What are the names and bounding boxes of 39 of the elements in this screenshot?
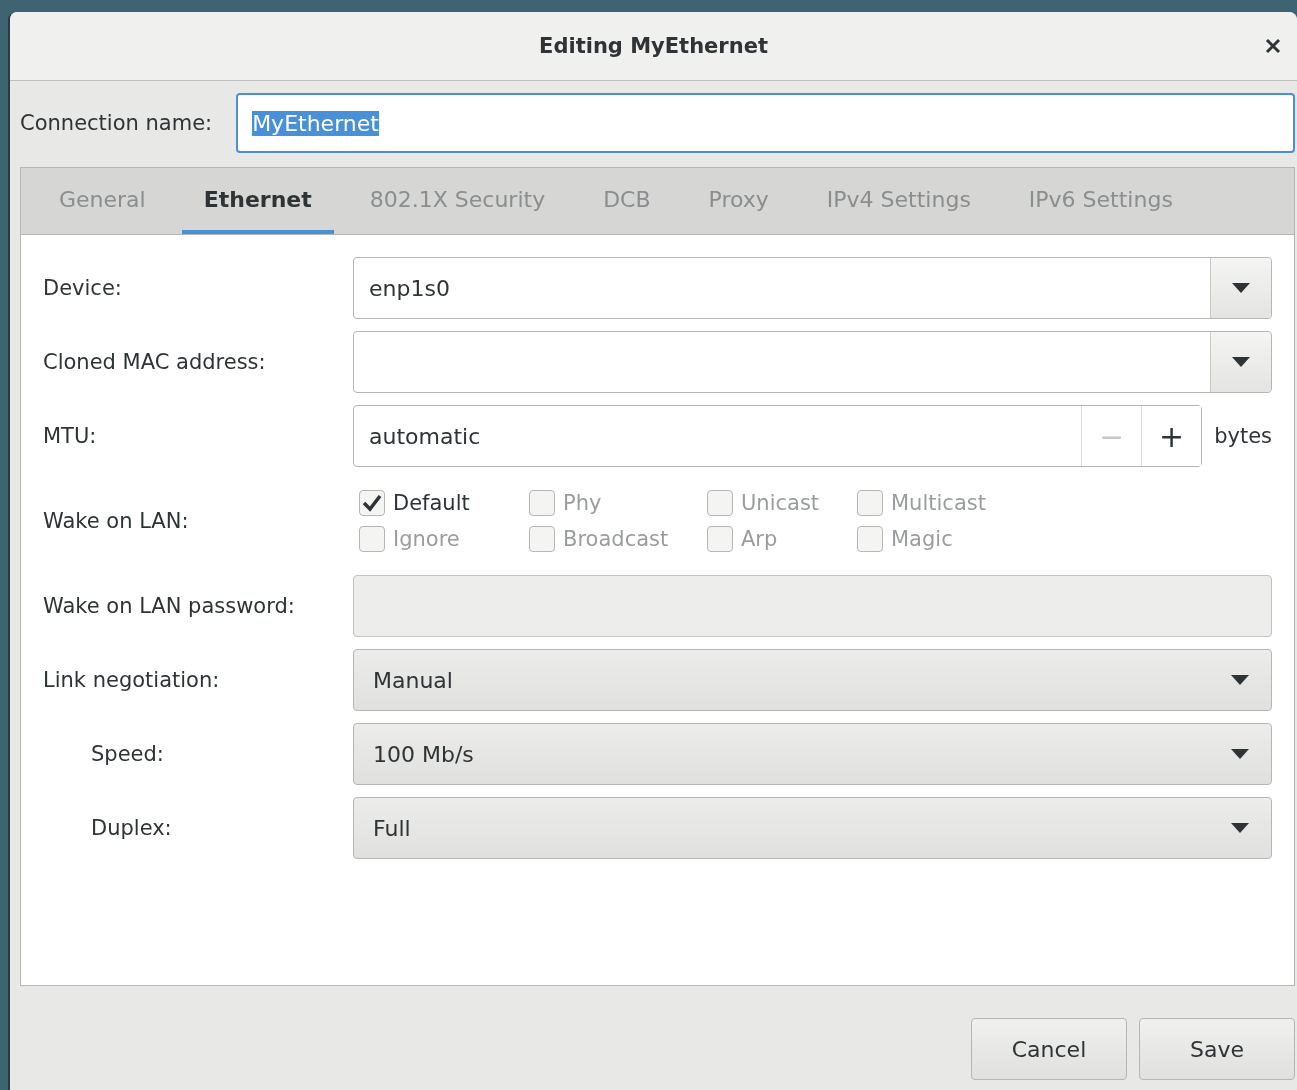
field-label: Link negotiation: [43,668,221,692]
combo-field[interactable]: enp1s0 [353,257,1272,319]
unit-label: bytes [1214,424,1272,448]
dropdown[interactable]: Full [353,797,1272,859]
save-button[interactable]: Save [1139,1018,1295,1080]
caret-icon [1232,357,1250,367]
tab[interactable]: IPv6 Settings [1006,168,1195,234]
dropdown[interactable]: Manual [353,649,1272,711]
tab[interactable]: General [37,168,168,234]
cancel-button[interactable]: Cancel [971,1018,1127,1080]
caret-icon [1231,823,1249,833]
tab[interactable]: Ethernet [181,168,334,234]
tab[interactable]: IPv4 Settings [804,168,993,234]
dropdown[interactable]: 100 Mb/s [353,723,1272,785]
window-title: Editing MyEthernet [539,34,768,58]
caret-icon [1232,283,1250,293]
connection-name-label: Connection name: [20,111,213,135]
field-label: Wake on LAN password: [43,594,296,618]
field-label: Device: [43,276,123,300]
close-button[interactable] [1265,38,1281,54]
combo-field[interactable] [353,331,1272,393]
field-label: Duplex: [90,816,173,840]
tab[interactable]: 802.1X Security [347,168,568,234]
tab[interactable]: DCB [581,168,673,234]
close-icon [1265,38,1281,54]
increment-button[interactable]: + [1141,406,1202,466]
caret-icon [1231,749,1249,759]
spin-field[interactable]: automatic − + [353,405,1203,467]
field-label: Wake on LAN: [43,509,190,533]
field-label: Cloned MAC address: [43,350,267,374]
connection-name-field[interactable]: MyEthernet [236,93,1295,153]
checkbox-option[interactable]: Default [359,490,470,516]
field-label: MTU: [43,424,98,448]
field-label: Speed: [90,742,165,766]
tab[interactable]: Proxy [686,168,791,234]
check-icon [362,494,382,512]
dropdown-button[interactable] [1210,332,1271,392]
caret-icon [1231,675,1249,685]
dropdown-button[interactable] [1210,258,1271,318]
